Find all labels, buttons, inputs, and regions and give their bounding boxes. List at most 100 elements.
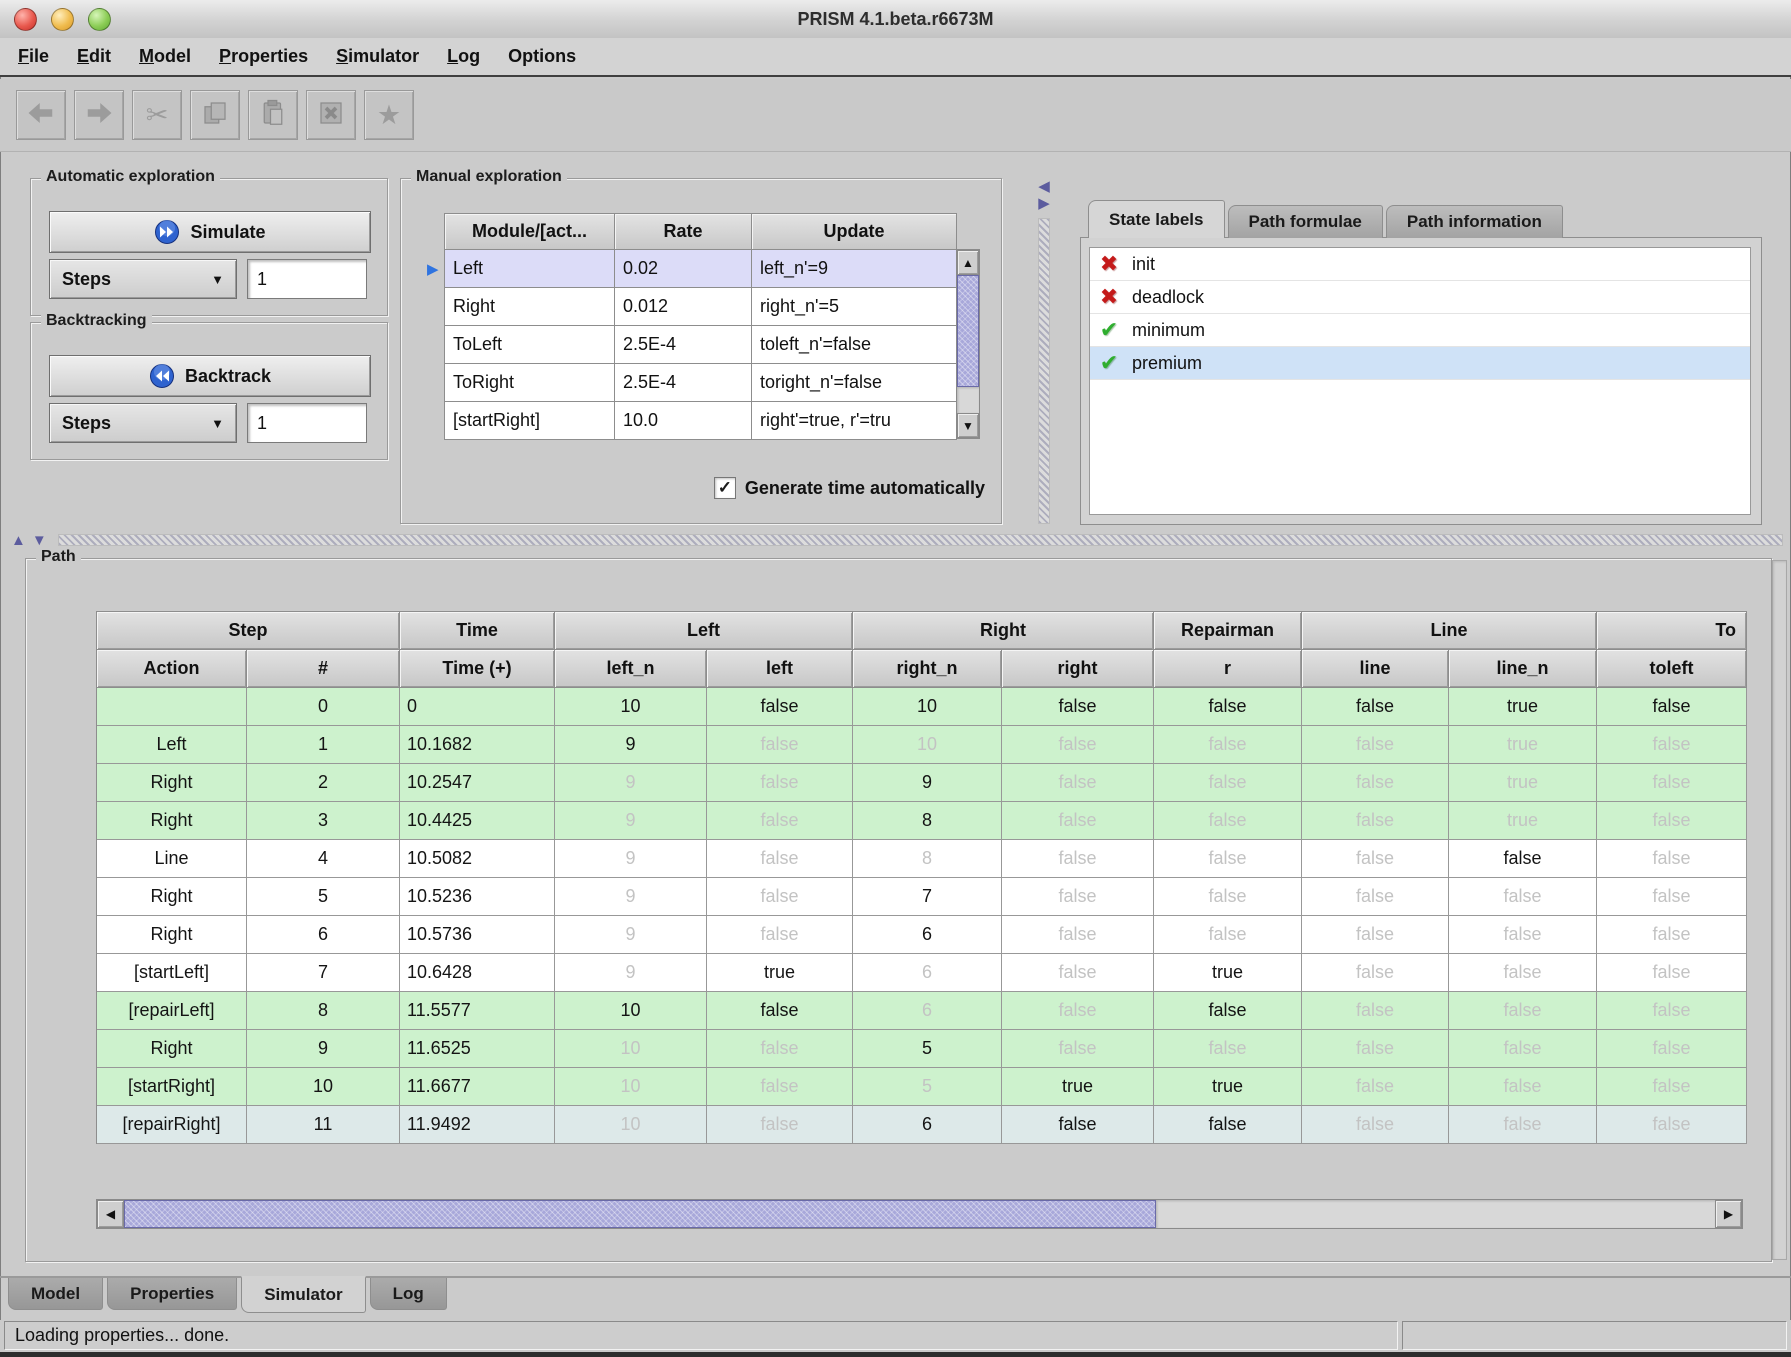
path-cell-time[interactable]: 10.6428 [400,954,555,992]
path-cell-right[interactable]: true [1002,1068,1154,1106]
path-cell-r[interactable]: true [1154,1068,1302,1106]
path-cell-action[interactable]: [repairLeft] [97,992,247,1030]
path-cell-right_n[interactable]: 6 [853,916,1002,954]
path-cell-line_n[interactable]: false [1449,992,1597,1030]
path-cell-time[interactable]: 10.4425 [400,802,555,840]
path-cell-line[interactable]: false [1302,764,1449,802]
path-column-header-toleft[interactable]: toleft [1597,650,1747,688]
menu-options[interactable]: Options [494,46,590,67]
path-column-header-time+[interactable]: Time (+) [400,650,555,688]
path-cell-line[interactable]: false [1302,1106,1449,1144]
path-column-header-#[interactable]: # [247,650,400,688]
vertical-splitter[interactable]: ◀ ▶ [1034,178,1054,524]
path-cell-line_n[interactable]: true [1449,764,1597,802]
path-cell-toleft[interactable]: false [1597,954,1747,992]
path-cell-r[interactable]: false [1154,992,1302,1030]
path-group-header-time[interactable]: Time [400,612,555,650]
state-label-row[interactable]: ✖deadlock [1090,281,1750,314]
transition-row[interactable]: [startRight]10.0right'=true, r'=tru [445,402,957,440]
path-cell-right_n[interactable]: 10 [853,688,1002,726]
path-cell-r[interactable]: false [1154,878,1302,916]
path-cell-right[interactable]: false [1002,688,1154,726]
path-cell-left[interactable]: false [707,840,853,878]
path-cell-left[interactable]: false [707,992,853,1030]
path-cell-line_n[interactable]: true [1449,802,1597,840]
path-column-header-left_n[interactable]: left_n [555,650,707,688]
path-cell-left_n[interactable]: 9 [555,878,707,916]
path-cell-action[interactable]: Right [97,916,247,954]
path-cell-time[interactable]: 11.5577 [400,992,555,1030]
collapse-up-icon[interactable]: ▲ [8,532,29,549]
simulate-steps-input[interactable]: 1 [247,259,367,299]
path-cell-right[interactable]: false [1002,764,1154,802]
scroll-right-button[interactable]: ▶ [1715,1200,1742,1228]
path-cell-action[interactable]: Left [97,726,247,764]
scrollbar-track[interactable] [957,387,979,413]
path-cell-left[interactable]: true [707,954,853,992]
path-cell-line_n[interactable]: true [1449,726,1597,764]
path-cell-r[interactable]: false [1154,726,1302,764]
path-column-header-right[interactable]: right [1002,650,1154,688]
menu-edit[interactable]: Edit [63,46,125,67]
path-cell-action[interactable]: [startRight] [97,1068,247,1106]
path-cell-toleft[interactable]: false [1597,916,1747,954]
path-table-vertical-scrollbar[interactable] [1772,560,1787,1260]
path-cell-right[interactable]: false [1002,1030,1154,1068]
path-cell-line_n[interactable]: false [1449,878,1597,916]
state-label-row[interactable]: ✖init [1090,248,1750,281]
path-cell-left_n[interactable]: 10 [555,1106,707,1144]
state-label-row[interactable]: ✔premium [1090,347,1750,380]
toolbar-paste-button[interactable] [248,90,298,140]
path-column-header-left[interactable]: left [707,650,853,688]
path-column-header-action[interactable]: Action [97,650,247,688]
path-cell-right_n[interactable]: 6 [853,1106,1002,1144]
path-cell-toleft[interactable]: false [1597,802,1747,840]
path-cell-step[interactable]: 4 [247,840,400,878]
path-cell-line[interactable]: false [1302,1068,1449,1106]
path-cell-line[interactable]: false [1302,954,1449,992]
menu-properties[interactable]: Properties [205,46,322,67]
path-cell-step[interactable]: 7 [247,954,400,992]
toolbar-delete-button[interactable] [306,90,356,140]
collapse-down-icon[interactable]: ▼ [29,532,50,549]
path-cell-r[interactable]: false [1154,764,1302,802]
path-cell-left[interactable]: false [707,764,853,802]
path-cell-r[interactable]: false [1154,1030,1302,1068]
path-cell-line[interactable]: false [1302,1030,1449,1068]
path-cell-line[interactable]: false [1302,802,1449,840]
path-cell-step[interactable]: 0 [247,688,400,726]
path-cell-right[interactable]: false [1002,954,1154,992]
path-group-header-to[interactable]: To [1597,612,1747,650]
tab-path-information[interactable]: Path information [1386,205,1563,238]
path-cell-r[interactable]: false [1154,1106,1302,1144]
state-label-row[interactable]: ✔minimum [1090,314,1750,347]
path-cell-right_n[interactable]: 9 [853,764,1002,802]
path-cell-right[interactable]: false [1002,802,1154,840]
generate-time-checkbox[interactable]: ✓ [714,477,736,499]
path-cell-right_n[interactable]: 8 [853,802,1002,840]
path-group-header-right[interactable]: Right [853,612,1154,650]
path-cell-action[interactable]: Right [97,1030,247,1068]
simulate-steps-dropdown[interactable]: Steps ▼ [49,259,237,299]
path-cell-left_n[interactable]: 9 [555,802,707,840]
path-cell-right[interactable]: false [1002,840,1154,878]
path-cell-line[interactable]: false [1302,992,1449,1030]
path-cell-left_n[interactable]: 10 [555,992,707,1030]
path-cell-action[interactable] [97,688,247,726]
backtrack-steps-dropdown[interactable]: Steps ▼ [49,403,237,443]
path-cell-right_n[interactable]: 6 [853,954,1002,992]
path-cell-action[interactable]: [repairRight] [97,1106,247,1144]
transition-row[interactable]: ToRight2.5E-4toright_n'=false [445,364,957,402]
path-cell-right[interactable]: false [1002,992,1154,1030]
path-cell-right_n[interactable]: 6 [853,992,1002,1030]
path-cell-r[interactable]: false [1154,802,1302,840]
path-cell-left[interactable]: false [707,1030,853,1068]
path-cell-r[interactable]: false [1154,840,1302,878]
tab-path-formulae[interactable]: Path formulae [1228,205,1383,238]
path-cell-right[interactable]: false [1002,878,1154,916]
path-group-header-line[interactable]: Line [1302,612,1597,650]
path-cell-left_n[interactable]: 10 [555,688,707,726]
path-cell-left[interactable]: false [707,726,853,764]
path-cell-right_n[interactable]: 10 [853,726,1002,764]
menu-model[interactable]: Model [125,46,205,67]
